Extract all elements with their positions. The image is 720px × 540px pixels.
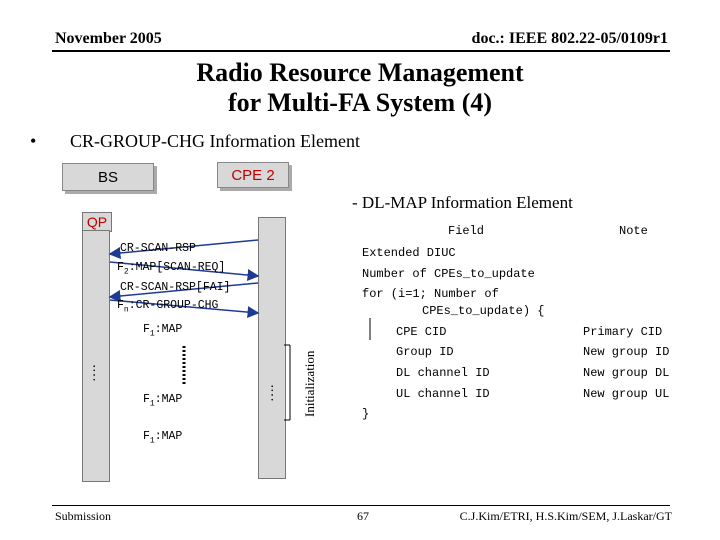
- row-closing-brace: }: [362, 407, 370, 421]
- row-for-loop-1: for (i=1; Number of: [362, 287, 499, 301]
- msg-f2-map: F2:MAP[SCAN-REQ]: [117, 261, 226, 277]
- row-dl-channel-id-note: New group DL: [583, 366, 670, 380]
- initialization-label: Initialization: [302, 350, 317, 417]
- msg-fn-cr-group-chg: Fn:CR-GROUP-CHG: [117, 299, 219, 315]
- sequence-arrows: [108, 239, 371, 421]
- row-ul-channel-id-note: New group UL: [583, 387, 670, 401]
- col-header-field: Field: [448, 224, 485, 238]
- row-ul-channel-id: UL channel ID: [396, 387, 490, 401]
- msg-f1-map-1: F1:MAP: [143, 323, 183, 339]
- cpe-ellipsis: ….: [262, 384, 277, 403]
- msg-f1-map-3: F1:MAP: [143, 430, 183, 446]
- msg-cr-scan-rsp-fai: CR-SCAN-RSP[FAI]: [120, 281, 231, 294]
- bs-ellipsis: ….: [84, 364, 99, 383]
- row-cpe-cid: CPE CID: [396, 325, 447, 339]
- footer-page-number: 67: [357, 509, 369, 523]
- msg-cr-scan-rsp: CR-SCAN-RSP: [120, 242, 196, 255]
- row-cpe-cid-note: Primary CID: [583, 325, 663, 339]
- row-extended-diuc: Extended DIUC: [362, 246, 456, 260]
- footer-authors: C.J.Kim/ETRI, H.S.Kim/SEM, J.Laskar/GT: [459, 509, 672, 523]
- msg-f1-map-2: F1:MAP: [143, 393, 183, 409]
- col-header-note: Note: [619, 224, 648, 238]
- row-group-id: Group ID: [396, 345, 454, 359]
- footer-divider: [52, 505, 670, 506]
- row-number-of-cpes: Number of CPEs_to_update: [362, 267, 535, 281]
- row-dl-channel-id: DL channel ID: [396, 366, 490, 380]
- footer-submission: Submission: [55, 509, 112, 523]
- row-group-id-note: New group ID: [583, 345, 670, 359]
- row-for-loop-2: CPEs_to_update) {: [422, 304, 545, 318]
